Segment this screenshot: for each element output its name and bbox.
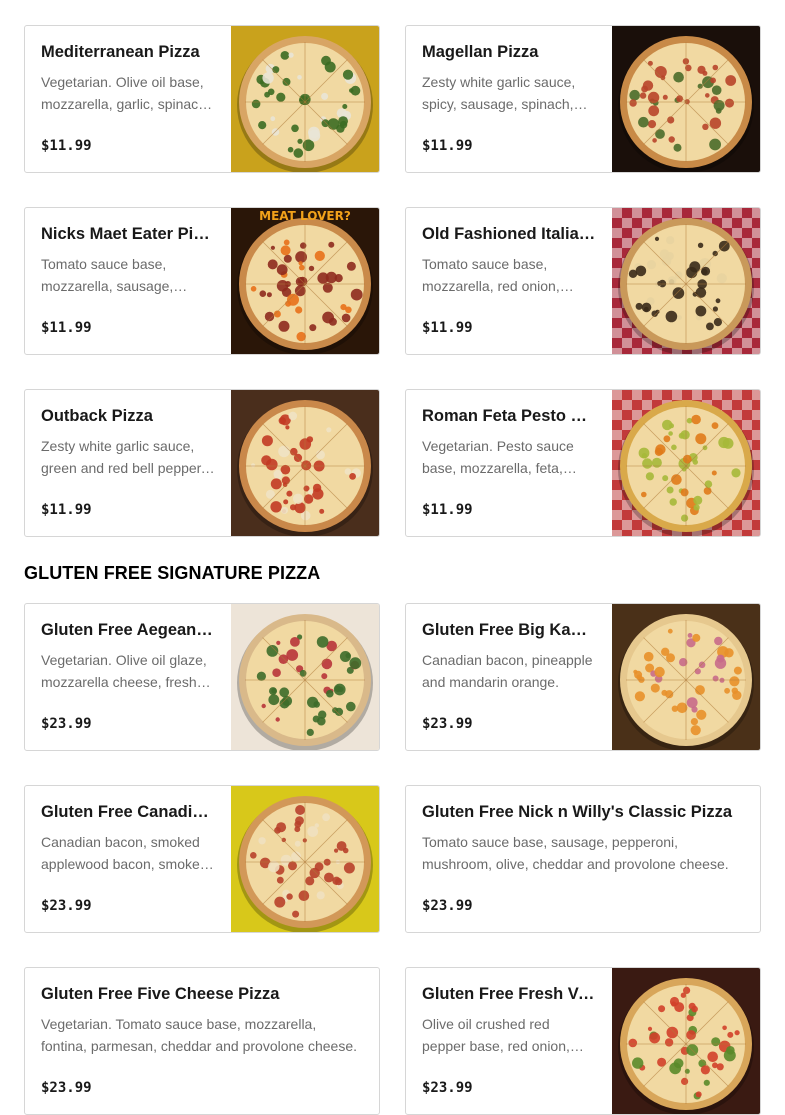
- item-price: $23.99: [41, 898, 92, 914]
- item-price: $11.99: [41, 502, 92, 518]
- menu-item-card[interactable]: Nicks Maet Eater Pizza Tomato sauce base,…: [24, 207, 380, 355]
- item-info: Nicks Maet Eater Pizza Tomato sauce base,…: [41, 208, 215, 354]
- old-fashioned-pizza-photo: [612, 208, 760, 354]
- gf-canadian-pizza-photo: [231, 786, 379, 932]
- item-name: Mediterranean Pizza: [41, 43, 200, 61]
- photo-sign-text: MEAT LOVER?: [259, 209, 351, 223]
- item-description: Vegetarian. Pesto sauce base, mozzarella…: [422, 438, 574, 476]
- item-price: $11.99: [422, 320, 473, 336]
- item-name: Roman Feta Pesto Pizza: [422, 407, 596, 425]
- item-info: Gluten Free Big Kahuna Pizza Canadian bac…: [422, 604, 596, 750]
- item-name: Gluten Free Five Cheese Pizza: [41, 985, 280, 1003]
- item-info: Gluten Free Aegean Pizza Vegetarian. Oliv…: [41, 604, 215, 750]
- item-name: Gluten Free Fresh Veggie Pizza: [422, 985, 596, 1003]
- meat-eater-pizza-photo: MEAT LOVER?: [231, 208, 379, 354]
- item-info: Gluten Free Nick n Willy's Classic Pizza…: [422, 786, 744, 932]
- item-description: Vegetarian. Olive oil base, mozzarella, …: [41, 74, 210, 112]
- mediterranean-pizza-photo: [231, 26, 379, 172]
- item-name: Gluten Free Nick n Willy's Classic Pizza: [422, 803, 733, 821]
- item-description: Olive oil crushed red pepper base, red o…: [422, 1016, 570, 1054]
- item-name: Outback Pizza: [41, 407, 153, 425]
- gf-fresh-veggie-pizza-photo: [612, 968, 760, 1114]
- outback-pizza-photo: [231, 390, 379, 536]
- menu-item-card[interactable]: Roman Feta Pesto Pizza Vegetarian. Pesto …: [405, 389, 761, 537]
- item-description: Zesty white garlic sauce, green and red …: [41, 438, 205, 476]
- section-heading: GLUTEN FREE SIGNATURE PIZZA: [24, 563, 321, 583]
- gf-aegean-pizza-photo: [231, 604, 379, 750]
- item-price: $11.99: [422, 502, 473, 518]
- magellan-pizza-photo: [612, 26, 760, 172]
- item-info: Gluten Free Fresh Veggie Pizza Olive oil …: [422, 968, 596, 1114]
- menu-item-card[interactable]: Gluten Free Fresh Veggie Pizza Olive oil …: [405, 967, 761, 1115]
- item-description: Tomato sauce base, sausage, pepperoni, m…: [422, 834, 729, 872]
- menu-item-card[interactable]: Magellan Pizza Zesty white garlic sauce, …: [405, 25, 761, 173]
- item-price: $23.99: [41, 716, 92, 732]
- menu-item-card[interactable]: Gluten Free Canadian Pizza Canadian bacon…: [24, 785, 380, 933]
- roman-feta-pesto-pizza-photo: [612, 390, 760, 536]
- item-name: Old Fashioned Italian Pizza: [422, 225, 596, 243]
- item-price: $11.99: [422, 138, 473, 154]
- item-description: Canadian bacon, pineapple and mandarin o…: [422, 652, 593, 690]
- menu-item-card[interactable]: Mediterranean Pizza Vegetarian. Olive oil…: [24, 25, 380, 173]
- item-name: Gluten Free Aegean Pizza: [41, 621, 215, 639]
- item-description: Tomato sauce base, mozzarella, red onion…: [422, 256, 560, 294]
- item-description: Tomato sauce base, mozzarella, sausage, …: [41, 256, 174, 294]
- item-name: Gluten Free Big Kahuna Pizza: [422, 621, 596, 639]
- item-info: Magellan Pizza Zesty white garlic sauce, …: [422, 26, 596, 172]
- item-info: Old Fashioned Italian Pizza Tomato sauce …: [422, 208, 596, 354]
- item-price: $23.99: [422, 898, 473, 914]
- item-price: $11.99: [41, 320, 92, 336]
- item-info: Gluten Free Canadian Pizza Canadian bacon…: [41, 786, 215, 932]
- item-price: $11.99: [41, 138, 92, 154]
- gf-big-kahuna-pizza-photo: [612, 604, 760, 750]
- item-price: $23.99: [422, 716, 473, 732]
- item-name: Magellan Pizza: [422, 43, 539, 61]
- menu-item-card[interactable]: Gluten Free Five Cheese Pizza Vegetarian.…: [24, 967, 380, 1115]
- menu-item-card[interactable]: Gluten Free Big Kahuna Pizza Canadian bac…: [405, 603, 761, 751]
- item-info: Gluten Free Five Cheese Pizza Vegetarian.…: [41, 968, 363, 1114]
- item-name: Nicks Maet Eater Pizza: [41, 225, 215, 243]
- item-info: Roman Feta Pesto Pizza Vegetarian. Pesto …: [422, 390, 596, 536]
- menu-item-card[interactable]: Old Fashioned Italian Pizza Tomato sauce …: [405, 207, 761, 355]
- menu-item-card[interactable]: Gluten Free Nick n Willy's Classic Pizza…: [405, 785, 761, 933]
- item-description: Vegetarian. Olive oil glaze, mozzarella …: [41, 652, 207, 690]
- menu-item-card[interactable]: Outback Pizza Zesty white garlic sauce, g…: [24, 389, 380, 537]
- item-description: Canadian bacon, smoked applewood bacon, …: [41, 834, 208, 872]
- item-info: Mediterranean Pizza Vegetarian. Olive oil…: [41, 26, 215, 172]
- item-price: $23.99: [422, 1080, 473, 1096]
- item-description: Vegetarian. Tomato sauce base, mozzarell…: [41, 1016, 357, 1054]
- item-name: Gluten Free Canadian Pizza: [41, 803, 215, 821]
- item-info: Outback Pizza Zesty white garlic sauce, g…: [41, 390, 215, 536]
- item-description: Zesty white garlic sauce, spicy, sausage…: [422, 74, 576, 112]
- menu-item-card[interactable]: Gluten Free Aegean Pizza Vegetarian. Oliv…: [24, 603, 380, 751]
- item-price: $23.99: [41, 1080, 92, 1096]
